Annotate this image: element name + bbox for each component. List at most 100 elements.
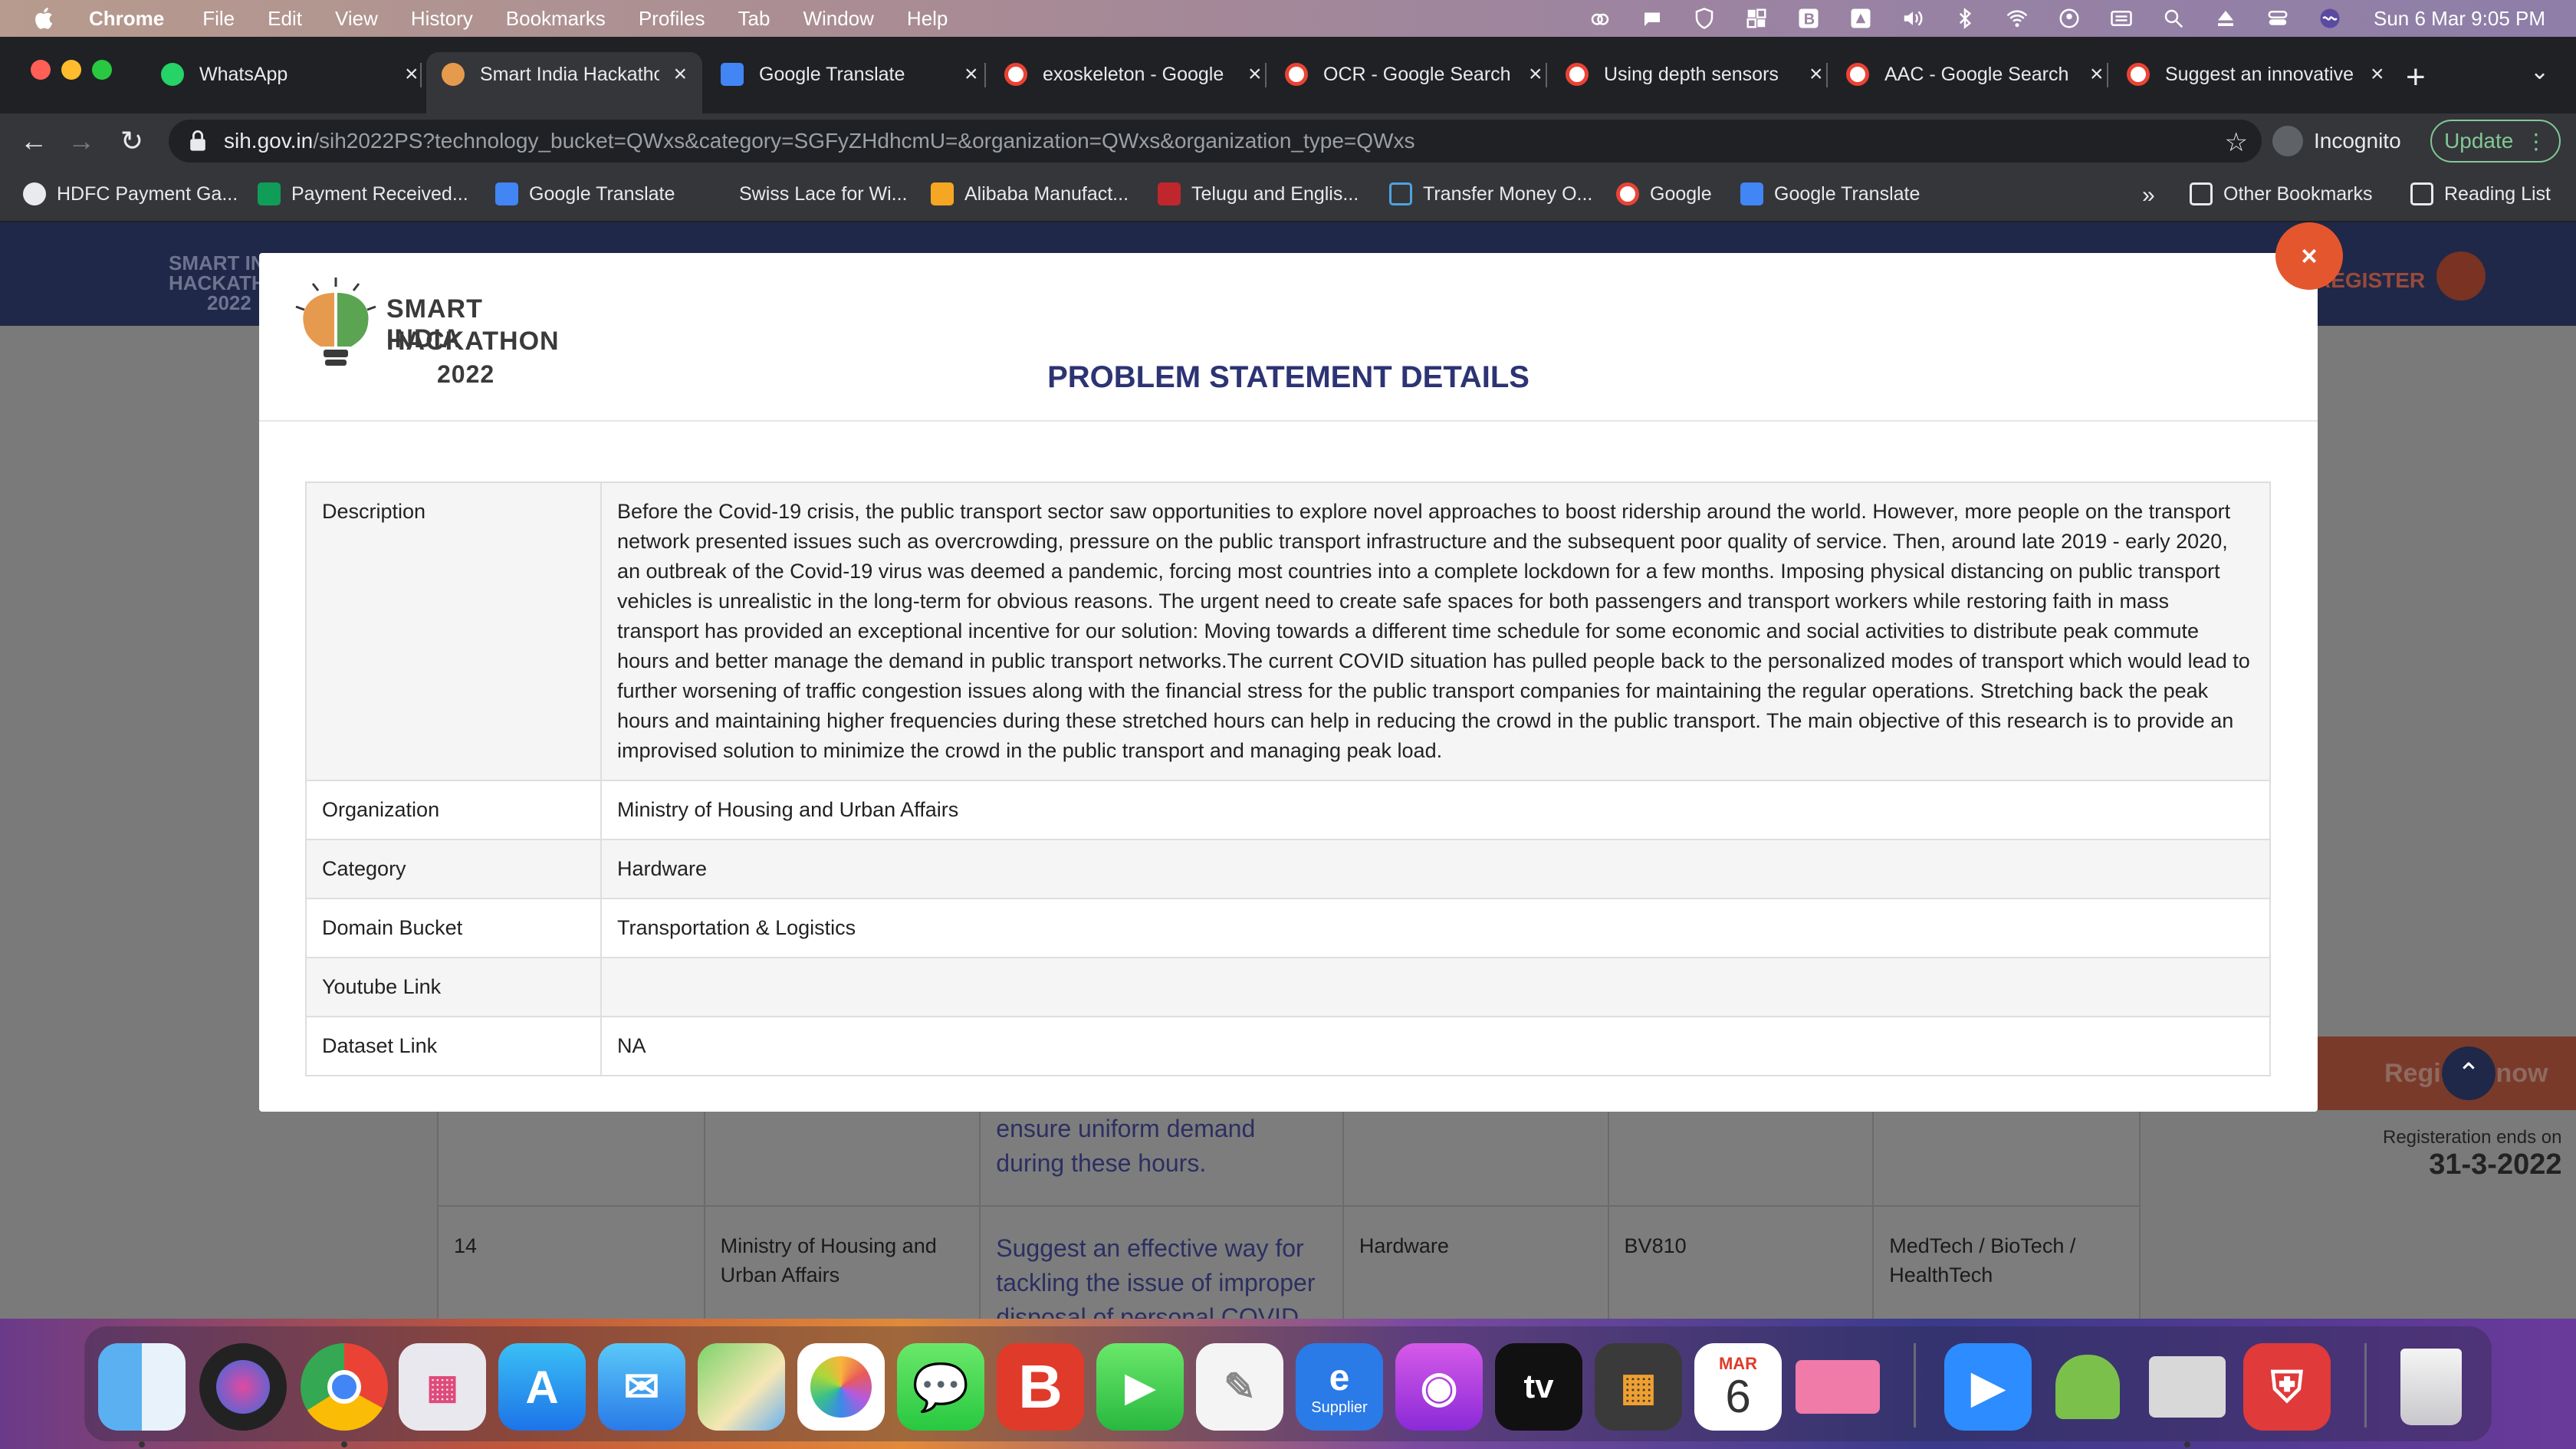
app-store-icon[interactable]: A: [498, 1343, 586, 1431]
user-circle-icon[interactable]: [2056, 5, 2082, 31]
reload-button[interactable]: ↻: [113, 123, 150, 159]
window-zoom-button[interactable]: [92, 60, 112, 80]
facetime-icon[interactable]: ▶: [1096, 1343, 1184, 1431]
address-bar[interactable]: sih.gov.in/sih2022PS?technology_bucket=Q…: [169, 120, 2262, 163]
b-app-icon[interactable]: B: [1796, 5, 1822, 31]
zoom-icon[interactable]: ▶: [1944, 1343, 2032, 1431]
tab-exoskeleton[interactable]: exoskeleton - Google ×: [989, 52, 1277, 97]
user-avatar-icon[interactable]: [2436, 251, 2486, 301]
trash-icon[interactable]: [2387, 1343, 2475, 1431]
bookmark-star-icon[interactable]: ☆: [2225, 127, 2248, 158]
textedit-icon[interactable]: ✎: [1196, 1343, 1283, 1431]
calculator-icon[interactable]: ▦: [1595, 1343, 1682, 1431]
tab-google-translate[interactable]: Google Translate ×: [705, 52, 994, 97]
reading-list-button[interactable]: Reading List: [2410, 182, 2551, 205]
close-icon[interactable]: ×: [964, 61, 978, 87]
bookmark-google[interactable]: Google: [1616, 182, 1712, 205]
bookmark-payment-received[interactable]: Payment Received...: [258, 182, 468, 205]
mail-icon[interactable]: ✉: [598, 1343, 685, 1431]
other-bookmarks-folder[interactable]: Other Bookmarks: [2190, 182, 2373, 205]
bookmark-telugu[interactable]: Telugu and Englis...: [1158, 182, 1359, 205]
screen-sharing-icon[interactable]: [1794, 1343, 1881, 1431]
spotlight-search-icon[interactable]: [2160, 5, 2187, 31]
messages-icon[interactable]: 💬: [897, 1343, 984, 1431]
siri-icon[interactable]: [199, 1343, 287, 1431]
menu-help[interactable]: Help: [907, 7, 948, 31]
details-table: Description Before the Covid-19 crisis, …: [305, 481, 2271, 1076]
bluetooth-icon[interactable]: [1952, 5, 1978, 31]
modal-close-button[interactable]: ×: [2275, 222, 2343, 290]
close-icon[interactable]: ×: [2371, 61, 2384, 87]
menu-history[interactable]: History: [411, 7, 473, 31]
scroll-to-top-button[interactable]: ⌃: [2442, 1046, 2496, 1100]
vpn-shield-icon[interactable]: [1691, 5, 1717, 31]
tab-smart-india-hackathon[interactable]: Smart India Hackathon ×: [426, 52, 702, 113]
close-icon[interactable]: ×: [1809, 61, 1823, 87]
menu-app-name[interactable]: Chrome: [89, 7, 164, 31]
tab-aac[interactable]: AAC - Google Search ×: [1831, 52, 2119, 97]
android-studio-icon[interactable]: [2044, 1343, 2131, 1431]
bookmark-swiss-lace[interactable]: Swiss Lace for Wi...: [705, 182, 908, 205]
maps-icon[interactable]: [698, 1343, 785, 1431]
new-tab-button[interactable]: +: [2406, 58, 2426, 97]
menu-profiles[interactable]: Profiles: [639, 7, 705, 31]
details-value[interactable]: [600, 957, 2271, 1017]
modal-title: PROBLEM STATEMENT DETAILS: [1047, 360, 1530, 394]
tab-depth-sensors[interactable]: Using depth sensors ×: [1550, 52, 1838, 97]
control-center-icon[interactable]: [2265, 5, 2291, 31]
printer-icon[interactable]: [2144, 1343, 2231, 1431]
problem-title-link[interactable]: ensure uniform demand during these hours…: [996, 1115, 1255, 1177]
bookmark-hdfc[interactable]: HDFC Payment Ga...: [23, 182, 238, 205]
volume-icon[interactable]: [1900, 5, 1926, 31]
menu-view[interactable]: View: [335, 7, 378, 31]
drive-icon[interactable]: [1848, 5, 1874, 31]
window-minimize-button[interactable]: [61, 60, 81, 80]
calendar-icon[interactable]: MAR 6: [1694, 1343, 1782, 1431]
finder-icon[interactable]: [98, 1343, 186, 1431]
bookmark-alibaba[interactable]: Alibaba Manufact...: [931, 182, 1129, 205]
tab-title: AAC - Google Search: [1884, 63, 2069, 85]
bookmark-google-translate[interactable]: Google Translate: [495, 182, 675, 205]
menu-window[interactable]: Window: [803, 7, 873, 31]
chrome-icon[interactable]: [301, 1343, 388, 1431]
tab-suggest-innovative[interactable]: Suggest an innovative ×: [2111, 52, 2400, 97]
tab-whatsapp[interactable]: WhatsApp ×: [146, 52, 434, 97]
antivirus-shield-icon[interactable]: ⛨: [2243, 1343, 2331, 1431]
window-close-button[interactable]: [31, 60, 51, 80]
problem-title-link[interactable]: Suggest an effective way for tackling th…: [996, 1234, 1315, 1319]
alibaba-supplier-icon[interactable]: e Supplier: [1296, 1343, 1383, 1431]
details-value[interactable]: NA: [600, 1016, 2271, 1076]
photos-icon[interactable]: [797, 1343, 885, 1431]
close-icon[interactable]: ×: [1248, 61, 1262, 87]
eject-icon[interactable]: [2213, 5, 2239, 31]
menu-tab[interactable]: Tab: [738, 7, 770, 31]
grid-icon[interactable]: [1743, 5, 1769, 31]
incognito-indicator[interactable]: Incognito: [2272, 121, 2401, 161]
tab-search-chevron-icon[interactable]: ⌄: [2530, 58, 2549, 85]
notification-icon[interactable]: [1639, 5, 1665, 31]
menu-clock[interactable]: Sun 6 Mar 9:05 PM: [2374, 7, 2545, 31]
update-button[interactable]: Update ⋮: [2430, 120, 2561, 163]
menu-edit[interactable]: Edit: [268, 7, 302, 31]
bookmarks-overflow-button[interactable]: »: [2142, 182, 2155, 209]
tab-ocr[interactable]: OCR - Google Search ×: [1270, 52, 1558, 97]
apple-tv-icon[interactable]: tv: [1495, 1343, 1582, 1431]
menu-file[interactable]: File: [202, 7, 235, 31]
launchpad-icon[interactable]: ▦: [399, 1343, 486, 1431]
menu-bookmarks[interactable]: Bookmarks: [506, 7, 606, 31]
forward-button[interactable]: →: [63, 123, 100, 159]
keyboard-icon[interactable]: [2108, 5, 2134, 31]
close-icon[interactable]: ×: [2090, 61, 2104, 87]
back-button[interactable]: ←: [15, 123, 52, 159]
close-icon[interactable]: ×: [405, 61, 419, 87]
wifi-icon[interactable]: [2004, 5, 2030, 31]
close-icon[interactable]: ×: [1529, 61, 1543, 87]
apple-logo-icon[interactable]: [31, 5, 58, 32]
close-icon[interactable]: ×: [673, 61, 687, 87]
podcasts-icon[interactable]: ◉: [1395, 1343, 1483, 1431]
creative-cloud-icon[interactable]: [1587, 5, 1613, 31]
siri-icon[interactable]: [2317, 5, 2343, 31]
brave-b-icon[interactable]: B: [997, 1343, 1084, 1431]
bookmark-google-translate-2[interactable]: Google Translate: [1740, 182, 1920, 205]
bookmark-transfer-money[interactable]: Transfer Money O...: [1389, 182, 1592, 205]
